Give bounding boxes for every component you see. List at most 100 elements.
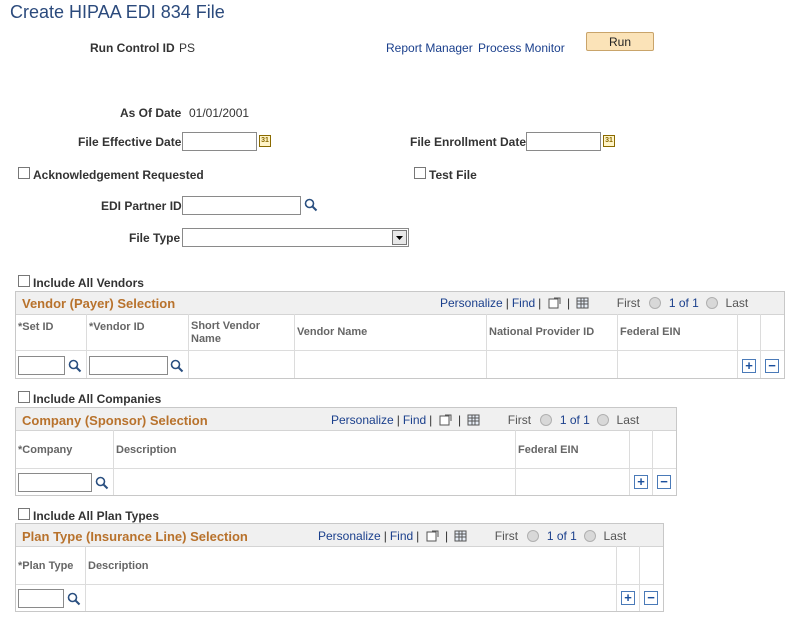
col-header-plan-type: *Plan Type — [18, 560, 74, 572]
file-effective-date-input[interactable] — [182, 132, 257, 151]
separator: | — [566, 296, 571, 310]
file-effective-date-label: File Effective Date — [78, 135, 182, 149]
run-button[interactable]: Run — [586, 32, 654, 51]
personalize-link[interactable]: Personalize — [331, 413, 394, 427]
add-row-icon[interactable]: + — [621, 591, 635, 605]
magnifier-icon[interactable] — [170, 359, 184, 373]
magnifier-icon[interactable] — [67, 592, 81, 606]
row-divider — [16, 584, 663, 585]
process-monitor-link[interactable]: Process Monitor — [478, 41, 565, 55]
separator: | — [429, 413, 433, 427]
separator: | — [505, 296, 509, 310]
row-divider — [16, 468, 676, 469]
previous-icon[interactable] — [540, 414, 553, 426]
ack-requested-label: Acknowledgement Requested — [33, 168, 204, 182]
col-divider — [294, 314, 295, 378]
col-divider — [113, 430, 114, 495]
magnifier-icon[interactable] — [68, 359, 82, 373]
download-grid-icon[interactable] — [467, 414, 480, 426]
page-title: Create HIPAA EDI 834 File — [10, 2, 225, 22]
col-divider — [617, 314, 618, 378]
col-divider — [486, 314, 487, 378]
find-link[interactable]: Find — [403, 413, 426, 427]
file-enrollment-date-input[interactable] — [526, 132, 601, 151]
separator: | — [396, 413, 400, 427]
grid-nav: Personalize | Find | | First 1 of 1 Last — [440, 296, 748, 310]
vendor-selection-grid: Vendor (Payer) Selection Personalize | Fin… — [15, 291, 785, 379]
col-divider — [85, 546, 86, 611]
run-control-id-value: PS — [179, 41, 196, 55]
delete-row-icon[interactable]: − — [765, 359, 779, 373]
col-divider — [737, 314, 738, 378]
previous-icon[interactable] — [527, 530, 540, 542]
view-all-icon[interactable] — [439, 414, 452, 426]
grid-header: Company (Sponsor) Selection Personalize |… — [16, 408, 676, 431]
separator: | — [383, 529, 387, 543]
col-divider — [86, 314, 87, 378]
test-file-label: Test File — [429, 168, 477, 182]
as-of-date-value: 01/01/2001 — [189, 106, 250, 120]
col-divider — [760, 314, 761, 378]
last-label: Last — [603, 529, 627, 543]
delete-row-icon[interactable]: − — [644, 591, 658, 605]
grid-title: Plan Type (Insurance Line) Selection — [22, 529, 248, 544]
grid-header: Plan Type (Insurance Line) Selection Per… — [16, 524, 663, 547]
next-icon[interactable] — [597, 414, 610, 426]
add-row-icon[interactable]: + — [742, 359, 756, 373]
calendar-icon[interactable]: 31 — [603, 135, 615, 147]
col-divider — [616, 546, 617, 611]
chevron-down-icon[interactable] — [392, 230, 407, 245]
page-count: 1 of 1 — [668, 296, 699, 310]
include-all-companies-checkbox[interactable] — [18, 391, 30, 403]
plan-type-input[interactable] — [18, 589, 64, 608]
col-header-description: Description — [88, 560, 149, 572]
view-all-icon[interactable] — [426, 530, 439, 542]
report-manager-link[interactable]: Report Manager — [386, 41, 473, 55]
magnifier-icon[interactable] — [95, 476, 109, 490]
last-label: Last — [725, 296, 749, 310]
next-icon[interactable] — [706, 297, 719, 309]
col-divider — [629, 430, 630, 495]
personalize-link[interactable]: Personalize — [440, 296, 503, 310]
first-label: First — [616, 296, 641, 310]
download-grid-icon[interactable] — [454, 530, 467, 542]
col-divider — [652, 430, 653, 495]
calendar-icon[interactable]: 31 — [259, 135, 271, 147]
edi-partner-input[interactable] — [182, 196, 301, 215]
personalize-link[interactable]: Personalize — [318, 529, 381, 543]
grid-title: Company (Sponsor) Selection — [22, 413, 208, 428]
file-type-select[interactable] — [182, 228, 409, 247]
include-all-plan-types-label: Include All Plan Types — [33, 509, 160, 523]
page-count: 1 of 1 — [546, 529, 577, 543]
page-count: 1 of 1 — [559, 413, 590, 427]
find-link[interactable]: Find — [512, 296, 535, 310]
separator: | — [444, 529, 449, 543]
last-label: Last — [616, 413, 640, 427]
magnifier-icon[interactable] — [304, 198, 318, 212]
download-grid-icon[interactable] — [576, 297, 589, 309]
test-file-checkbox[interactable] — [414, 167, 426, 179]
separator: | — [538, 296, 542, 310]
col-divider — [515, 430, 516, 495]
include-all-vendors-label: Include All Vendors — [33, 276, 144, 290]
col-header-company: *Company — [18, 444, 73, 456]
grid-title: Vendor (Payer) Selection — [22, 296, 176, 311]
col-header-description: Description — [116, 444, 177, 456]
vendor-id-input[interactable] — [89, 356, 168, 375]
delete-row-icon[interactable]: − — [657, 475, 671, 489]
next-icon[interactable] — [584, 530, 597, 542]
as-of-date-label: As Of Date — [120, 106, 182, 120]
include-all-vendors-checkbox[interactable] — [18, 275, 30, 287]
find-link[interactable]: Find — [390, 529, 413, 543]
set-id-input[interactable] — [18, 356, 65, 375]
view-all-icon[interactable] — [548, 297, 561, 309]
add-row-icon[interactable]: + — [634, 475, 648, 489]
first-label: First — [507, 413, 532, 427]
ack-requested-checkbox[interactable] — [18, 167, 30, 179]
file-type-label: File Type — [129, 231, 181, 245]
company-input[interactable] — [18, 473, 92, 492]
include-all-plan-types-checkbox[interactable] — [18, 508, 30, 520]
col-header-federal-ein: Federal EIN — [518, 444, 579, 456]
previous-icon[interactable] — [649, 297, 662, 309]
separator: | — [416, 529, 420, 543]
